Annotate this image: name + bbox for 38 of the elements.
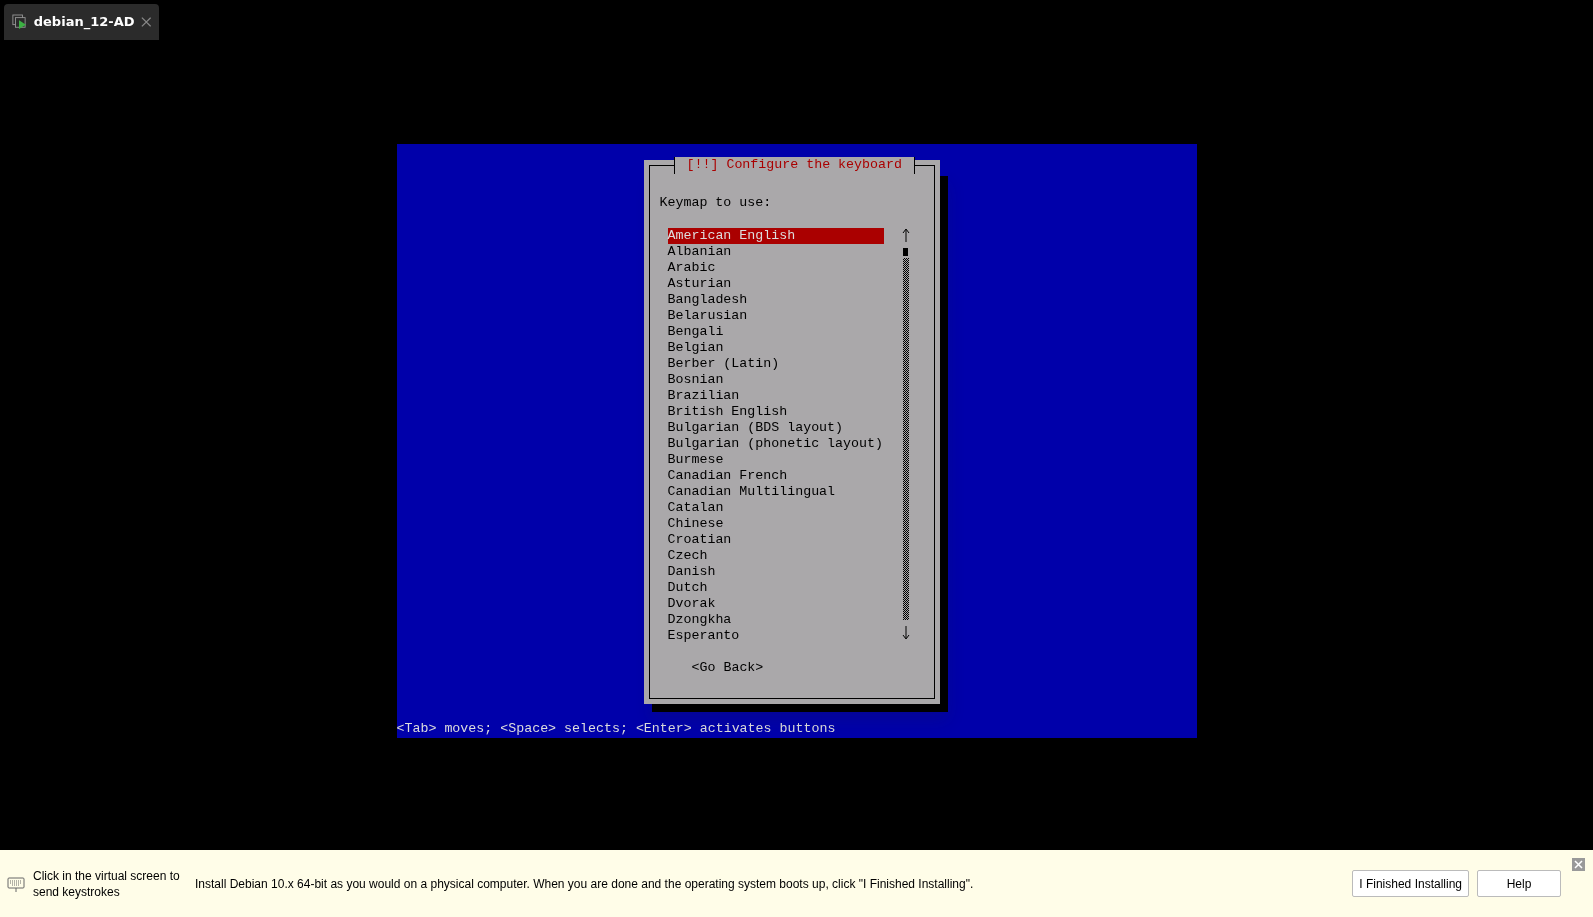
keymap-option[interactable]: Esperanto (667, 628, 884, 644)
keymap-option[interactable]: Bulgarian (phonetic layout) (667, 436, 884, 452)
keymap-option[interactable]: Danish (667, 564, 884, 580)
keymap-option[interactable]: Albanian (667, 244, 884, 260)
keymap-option[interactable]: Belarusian (667, 308, 884, 324)
keymap-option[interactable]: Catalan (667, 500, 884, 516)
keymap-option[interactable]: Chinese (667, 516, 884, 532)
tab-title: debian_12-AD (33, 13, 135, 32)
keymap-option[interactable]: Burmese (667, 452, 884, 468)
help-button[interactable]: Help (1477, 870, 1561, 897)
keymap-option[interactable]: Bosnian (667, 372, 884, 388)
prompt-label: Keymap to use: (659, 195, 773, 211)
keymap-option[interactable]: British English (667, 404, 884, 420)
go-back-button[interactable]: <Go Back> (691, 660, 764, 676)
finished-installing-button[interactable]: I Finished Installing (1352, 870, 1469, 897)
keymap-option[interactable]: Bulgarian (BDS layout) (667, 420, 884, 436)
keymap-option[interactable]: Dvorak (667, 596, 884, 612)
instruction-text: Install Debian 10.x 64-bit as you would on a physical computer. When you are done and the operating system boots up, click "I Finished Installing". (195, 875, 975, 893)
keymap-option[interactable]: Berber (Latin) (667, 356, 884, 372)
keymap-option[interactable]: Asturian (667, 276, 884, 292)
dialog-title: [!!] Configure the keyboard (673, 157, 915, 174)
keymap-option[interactable]: Brazilian (667, 388, 884, 404)
keymap-option[interactable]: Dutch (667, 580, 884, 596)
keymap-option[interactable]: Canadian French (667, 468, 884, 484)
keymap-option[interactable]: Canadian Multilingual (667, 484, 884, 500)
keymap-option[interactable]: Croatian (667, 532, 884, 548)
keymap-option[interactable]: Bengali (667, 324, 884, 340)
keymap-option[interactable]: Belgian (667, 340, 884, 356)
console-icon (12, 13, 28, 31)
keymap-option[interactable]: Dzongkha (667, 612, 884, 628)
keymap-option[interactable]: Czech (667, 548, 884, 564)
keymap-option[interactable]: Arabic (667, 260, 884, 276)
vm-tab[interactable]: debian_12-AD (4, 4, 159, 40)
help-line: <Tab> moves; <Space> selects; <Enter> activates buttons (396, 721, 837, 737)
close-icon[interactable] (1572, 858, 1585, 871)
close-icon[interactable] (140, 16, 151, 28)
hint-text: Click in the virtual screen to send keystrokes (33, 867, 181, 900)
keymap-option[interactable]: Bangladesh (667, 292, 884, 308)
